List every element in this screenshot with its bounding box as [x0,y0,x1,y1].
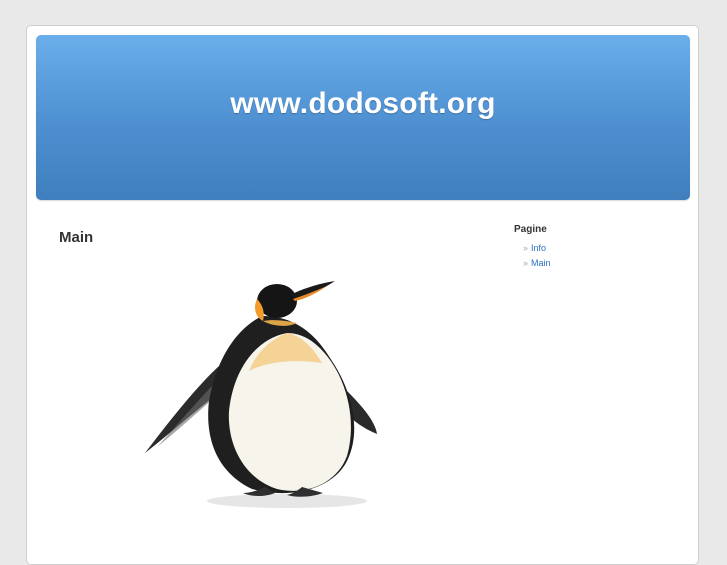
sidebar-page-list: » Info » Main [513,241,683,271]
site-title[interactable]: www.dodosoft.org [36,87,690,121]
site-header: www.dodosoft.org [36,35,690,200]
sidebar-item-main: » Main [523,256,683,271]
sidebar-title: Pagine [514,224,547,235]
bullet-icon: » [523,258,529,268]
sidebar-item-info: » Info [523,241,683,256]
page-title: Main [59,229,94,246]
penguin-image [145,281,377,508]
bullet-icon: » [523,243,529,253]
page-container: www.dodosoft.org Main Pagine » Info » Ma… [26,25,699,565]
sidebar-link-main[interactable]: Main [531,258,551,268]
sidebar-link-info[interactable]: Info [531,243,546,253]
sidebar: Pagine » Info » Main [513,224,683,271]
